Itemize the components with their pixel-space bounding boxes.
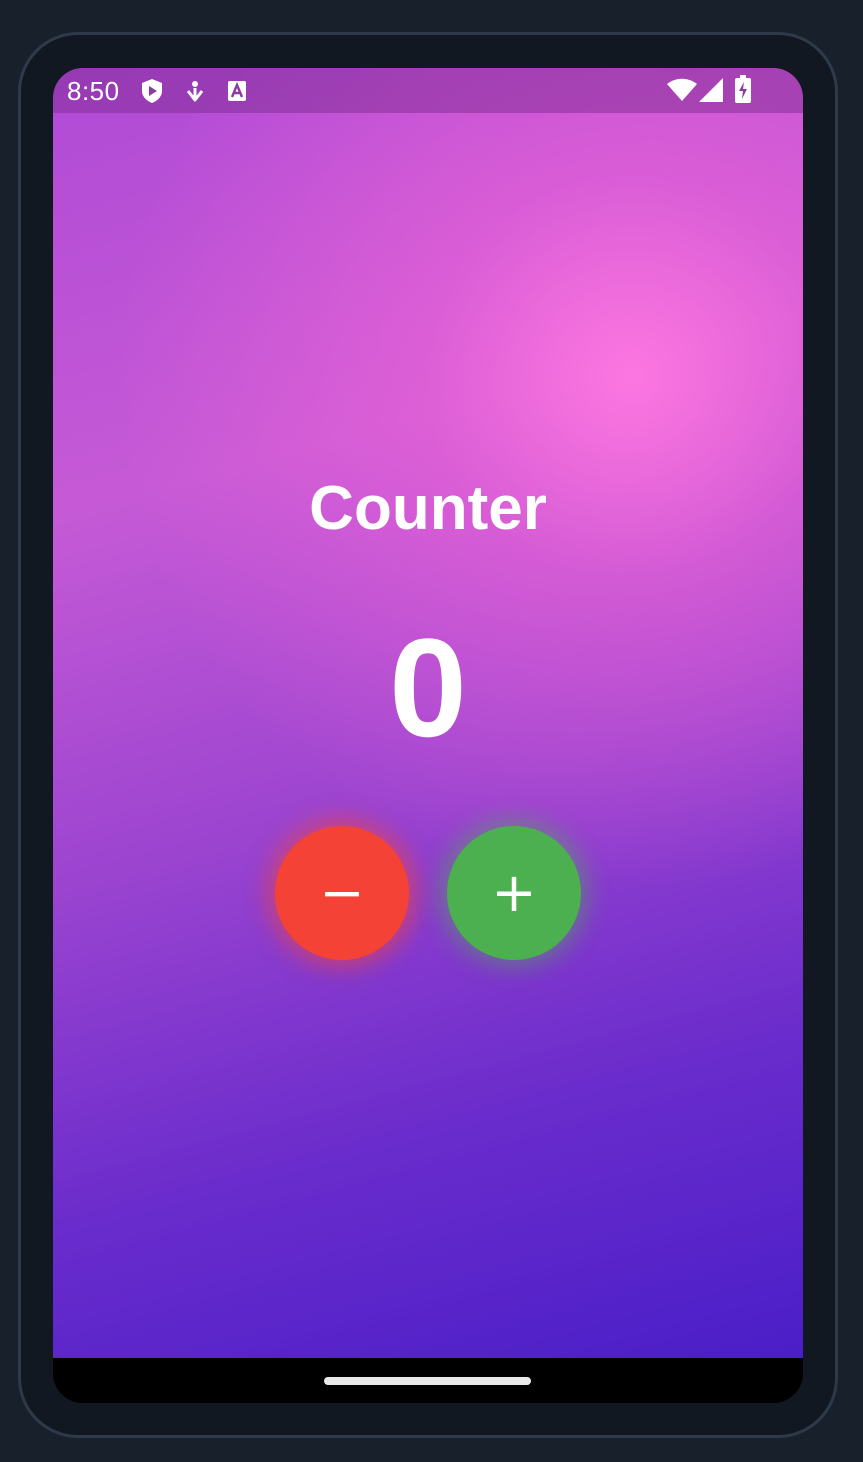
shield-play-icon xyxy=(141,78,163,109)
battery-charging-icon xyxy=(735,75,751,108)
increment-button[interactable]: + xyxy=(447,826,581,960)
wifi-icon xyxy=(667,78,697,107)
minus-icon: − xyxy=(319,861,365,924)
phone-screen: Counter 0 − + 8:50 xyxy=(53,68,803,1403)
navigation-bar xyxy=(53,1358,803,1403)
page-title: Counter xyxy=(309,474,547,543)
status-bar: 8:50 xyxy=(53,68,803,113)
plus-icon: + xyxy=(491,861,537,924)
text-a-icon xyxy=(227,80,247,107)
decrement-button[interactable]: − xyxy=(275,826,409,960)
status-time: 8:50 xyxy=(67,76,120,106)
cellular-signal-icon xyxy=(699,78,723,107)
home-gesture-handle[interactable] xyxy=(324,1377,531,1385)
download-arrow-icon xyxy=(185,80,205,109)
counter-value: 0 xyxy=(389,609,467,766)
app-background: Counter 0 − + xyxy=(53,68,803,1358)
